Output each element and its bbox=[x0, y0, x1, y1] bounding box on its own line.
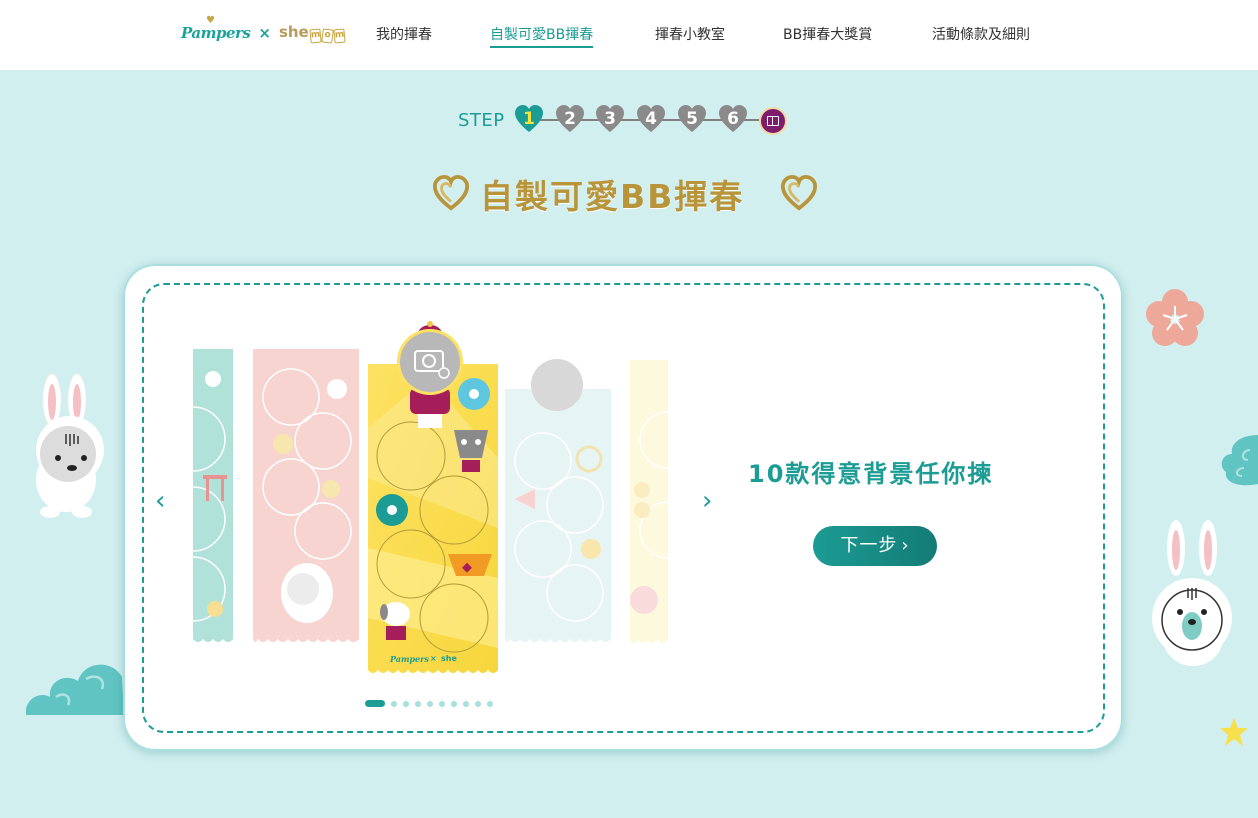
nav-fai-chun-class[interactable]: 揮春小教室 bbox=[655, 24, 725, 44]
gold-heart-icon bbox=[432, 174, 470, 211]
star-icon bbox=[1220, 718, 1248, 746]
cloud-icon bbox=[1221, 435, 1258, 486]
book-icon bbox=[759, 107, 787, 135]
strip-logo-sep: × bbox=[430, 654, 437, 663]
next-step-button[interactable]: 下一步 › bbox=[813, 526, 937, 566]
step-3-heart: 3 bbox=[595, 104, 625, 134]
chevron-right-icon[interactable]: › bbox=[702, 486, 712, 516]
template-strip-pink[interactable] bbox=[253, 349, 359, 647]
main-nav: 我的揮春 自製可愛BB揮春 揮春小教室 BB揮春大獎賞 活動條款及細則 bbox=[0, 24, 1258, 48]
nav-prize[interactable]: BB揮春大獎賞 bbox=[783, 24, 872, 44]
plum-blossom-icon bbox=[1146, 289, 1204, 346]
chevron-right-icon: › bbox=[901, 535, 910, 556]
carousel-dot[interactable] bbox=[487, 701, 493, 707]
carousel-tagline: 10款得意背景任你揀 bbox=[748, 460, 994, 488]
carousel-dot[interactable] bbox=[439, 701, 445, 707]
strip-logo-brand: Pampers bbox=[390, 654, 429, 664]
strip-logo-partner: she bbox=[441, 654, 457, 663]
step-6-heart: 6 bbox=[718, 104, 748, 134]
cloud-icon bbox=[26, 664, 124, 715]
rabbit-mascot-right bbox=[1152, 520, 1232, 666]
carousel-dot[interactable] bbox=[451, 701, 457, 707]
carousel-dot[interactable] bbox=[427, 701, 433, 707]
chevron-left-icon[interactable]: ‹ bbox=[155, 486, 165, 516]
carousel-dot[interactable] bbox=[463, 701, 469, 707]
rabbit-mascot-left bbox=[36, 373, 104, 518]
nav-my-fai-chun[interactable]: 我的揮春 bbox=[376, 24, 432, 44]
next-step-label: 下一步 bbox=[840, 535, 898, 556]
nav-terms[interactable]: 活動條款及細則 bbox=[932, 24, 1030, 44]
template-strip-pale-teal[interactable] bbox=[505, 349, 611, 647]
carousel-dot[interactable] bbox=[365, 700, 385, 707]
carousel-dot[interactable] bbox=[415, 701, 421, 707]
step-2-heart: 2 bbox=[555, 104, 585, 134]
site-header: Pampers ♥ × she m o m 我的揮春 自製可愛BB揮春 揮春小教室 BB… bbox=[0, 0, 1258, 70]
step-label: STEP bbox=[458, 110, 505, 131]
nav-create-fai-chun[interactable]: 自製可愛BB揮春 bbox=[490, 24, 594, 48]
step-1-heart: 1 bbox=[514, 104, 544, 134]
page-title: 自製可愛BB揮春 bbox=[430, 170, 820, 216]
carousel-dot[interactable] bbox=[391, 701, 397, 707]
template-strip-teal[interactable] bbox=[193, 349, 233, 647]
step-4-heart: 4 bbox=[636, 104, 666, 134]
carousel-dot[interactable] bbox=[403, 701, 409, 707]
carousel-dot[interactable] bbox=[475, 701, 481, 707]
step-5-heart: 5 bbox=[677, 104, 707, 134]
template-strip-yellow-active[interactable]: Pampers × she bbox=[368, 318, 498, 680]
template-strip-pale-yellow[interactable] bbox=[630, 360, 668, 648]
title-text: 自製可愛BB揮春 bbox=[480, 177, 745, 216]
gold-heart-icon bbox=[780, 174, 818, 211]
